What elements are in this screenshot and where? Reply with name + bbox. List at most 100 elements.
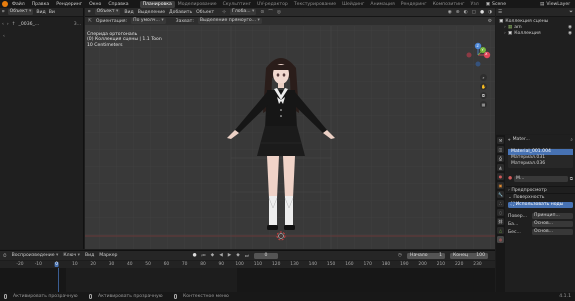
menu-view-2[interactable]: Ви — [49, 10, 55, 15]
tool-tab-icon[interactable]: ⚒ — [497, 137, 504, 144]
editor-type-icon[interactable]: ⌗ — [88, 9, 91, 15]
particles-tab-icon[interactable]: ∴ — [497, 200, 504, 207]
preview-section[interactable]: › Предпросмотр — [506, 186, 575, 193]
constraints-tab-icon[interactable]: ⛓ — [497, 218, 504, 225]
material-datablock-field[interactable]: M... — [514, 175, 568, 182]
navigation-gizmo[interactable]: X Z Y — [465, 42, 491, 68]
editor-type-icon[interactable]: ⌗ — [2, 9, 5, 15]
clock-icon[interactable]: ◷ — [398, 253, 402, 258]
snap-icon[interactable]: ⌒ — [268, 9, 273, 15]
interaction-mode-dropdown[interactable]: Объект — [94, 9, 121, 15]
visibility-icon[interactable]: ◉ — [448, 10, 452, 15]
menu-view[interactable]: Вид — [36, 10, 45, 15]
modifier-tab-icon[interactable]: 🔧 — [497, 191, 504, 198]
editor-type-icon[interactable]: ⏱ — [3, 253, 7, 259]
copy-icon[interactable]: ⧉ — [570, 176, 573, 182]
shading-solid-icon[interactable]: ● — [480, 10, 484, 15]
tab-compositing[interactable]: Композитинг — [430, 1, 468, 8]
pan-hand-icon[interactable]: ✋ — [480, 83, 487, 90]
tool-icon[interactable]: ⇱ — [88, 19, 92, 24]
data-tab-icon[interactable]: △ — [497, 227, 504, 234]
prev-key-icon[interactable]: ◆ — [211, 253, 215, 258]
current-frame-marker[interactable]: 0 — [54, 261, 59, 267]
camera-icon[interactable]: ◘ — [480, 92, 487, 99]
current-frame-field[interactable]: 0 — [253, 252, 278, 259]
material-slot[interactable]: Материал.036 — [508, 161, 573, 167]
tab-shading[interactable]: Шейдинг — [339, 1, 367, 8]
start-frame-field[interactable]: Начало 1 — [407, 252, 445, 259]
menu-edit[interactable]: Правка — [32, 2, 49, 7]
pin-icon[interactable]: ⌖ — [508, 137, 511, 143]
editor-type-icon[interactable]: ☰ — [498, 10, 502, 15]
xray-icon[interactable]: ▢ — [472, 10, 476, 15]
menu-render[interactable]: Рендеринг — [56, 2, 82, 7]
file-path[interactable]: _0036_... — [19, 22, 40, 27]
tab-modeling[interactable]: Моделирование — [175, 1, 220, 8]
search-icon[interactable]: ⌕ — [570, 137, 573, 143]
view-layer-name[interactable]: ViewLayer — [546, 2, 570, 7]
orientation-dropdown[interactable]: По умолч... — [131, 18, 166, 24]
object-breadcrumb[interactable]: Mater... — [513, 137, 530, 142]
back-icon[interactable]: ‹ — [2, 22, 4, 27]
menu-view[interactable]: Вид — [85, 253, 94, 258]
menu-object[interactable]: Объект — [196, 10, 214, 15]
blender-logo-icon[interactable] — [2, 1, 8, 7]
zoom-icon[interactable]: ⌕ — [480, 74, 487, 81]
play-icon[interactable]: ▶ — [228, 253, 232, 258]
menu-window[interactable]: Окно — [89, 2, 101, 7]
physics-tab-icon[interactable]: ◌ — [497, 209, 504, 216]
transform-orientation-dropdown[interactable]: Глоба... — [230, 9, 257, 15]
property-value[interactable]: Принцип... — [532, 213, 573, 219]
drag-dropdown[interactable]: Выделение прямоуго... — [197, 18, 262, 24]
record-icon[interactable]: ● — [192, 253, 196, 258]
surface-section[interactable]: ⌄ Поверхность — [506, 193, 575, 200]
left-arrow-icon[interactable]: ‹ — [3, 34, 5, 39]
perspective-grid-icon[interactable]: ▦ — [480, 101, 487, 108]
world-tab-icon[interactable]: ● — [497, 173, 504, 180]
render-tab-icon[interactable]: ◫ — [497, 146, 504, 153]
next-key-icon[interactable]: ◆ — [236, 253, 240, 258]
menu-view[interactable]: Вид — [124, 10, 133, 15]
material-tab-icon[interactable]: ◍ — [497, 236, 504, 243]
expand-arrow-icon[interactable]: › — [504, 25, 506, 30]
transform-icon[interactable]: ⊹ — [222, 10, 226, 15]
tab-layout[interactable]: Планировка — [139, 0, 175, 8]
proportional-icon[interactable]: ◎ — [277, 10, 281, 15]
parent-icon[interactable]: ↑ — [12, 22, 16, 27]
filter-icon[interactable]: ⏷ — [569, 9, 573, 15]
menu-marker[interactable]: Маркер — [99, 253, 117, 258]
gizmo-icon[interactable]: ⊕ — [456, 10, 460, 15]
shading-material-icon[interactable]: ◑ — [488, 10, 492, 15]
eye-icon[interactable]: ◉ — [568, 25, 572, 30]
outliner-item[interactable]: › ▣ Коллекция ◉ — [496, 30, 575, 36]
tab-animation[interactable]: Анимация — [367, 1, 397, 8]
object-tab-icon[interactable]: ▣ — [497, 182, 504, 189]
end-frame-field[interactable]: Конец 100 — [450, 252, 488, 259]
pivot-icon[interactable]: ⊙ — [260, 10, 264, 15]
jump-start-icon[interactable]: ⏮ — [202, 253, 206, 259]
scene-tab-icon[interactable]: ◭ — [497, 164, 504, 171]
menu-select[interactable]: Выделение — [138, 10, 165, 15]
jump-end-icon[interactable]: ⏭ — [245, 253, 249, 259]
scene-icon[interactable]: ▣ — [486, 2, 490, 7]
tab-geometry-nodes[interactable]: Узл — [468, 1, 482, 8]
menu-file[interactable]: Файл — [12, 2, 25, 7]
output-tab-icon[interactable]: ⎙ — [497, 155, 504, 162]
menu-help[interactable]: Справка — [108, 2, 128, 7]
eye-icon[interactable]: ◉ — [568, 31, 572, 36]
menu-add[interactable]: Добавить — [169, 10, 192, 15]
forward-icon[interactable]: › — [7, 22, 9, 27]
property-value[interactable]: Основ... — [532, 221, 573, 227]
play-reverse-icon[interactable]: ◀ — [219, 253, 223, 258]
tab-texture-paint[interactable]: Текстурирование — [291, 1, 339, 8]
mode-dropdown[interactable]: Объект — [7, 9, 34, 15]
menu-playback[interactable]: Воспроизведение — [12, 253, 59, 258]
use-nodes-button[interactable]: ⛶ Использовать ноды — [508, 202, 573, 208]
expand-arrow-icon[interactable]: › — [504, 31, 506, 36]
property-value[interactable]: Основ... — [532, 229, 573, 235]
frame-ruler[interactable]: -20 -10 0 10 20 30 40 50 60 70 80 90 100 110 120 130 140… — [0, 261, 495, 268]
options-dropdown[interactable]: ⚙ — [488, 19, 492, 24]
scene-name[interactable]: Scene — [492, 2, 540, 7]
tab-sculpting[interactable]: Скульптинг — [220, 1, 254, 8]
overlay-icon[interactable]: ◐ — [464, 10, 468, 15]
